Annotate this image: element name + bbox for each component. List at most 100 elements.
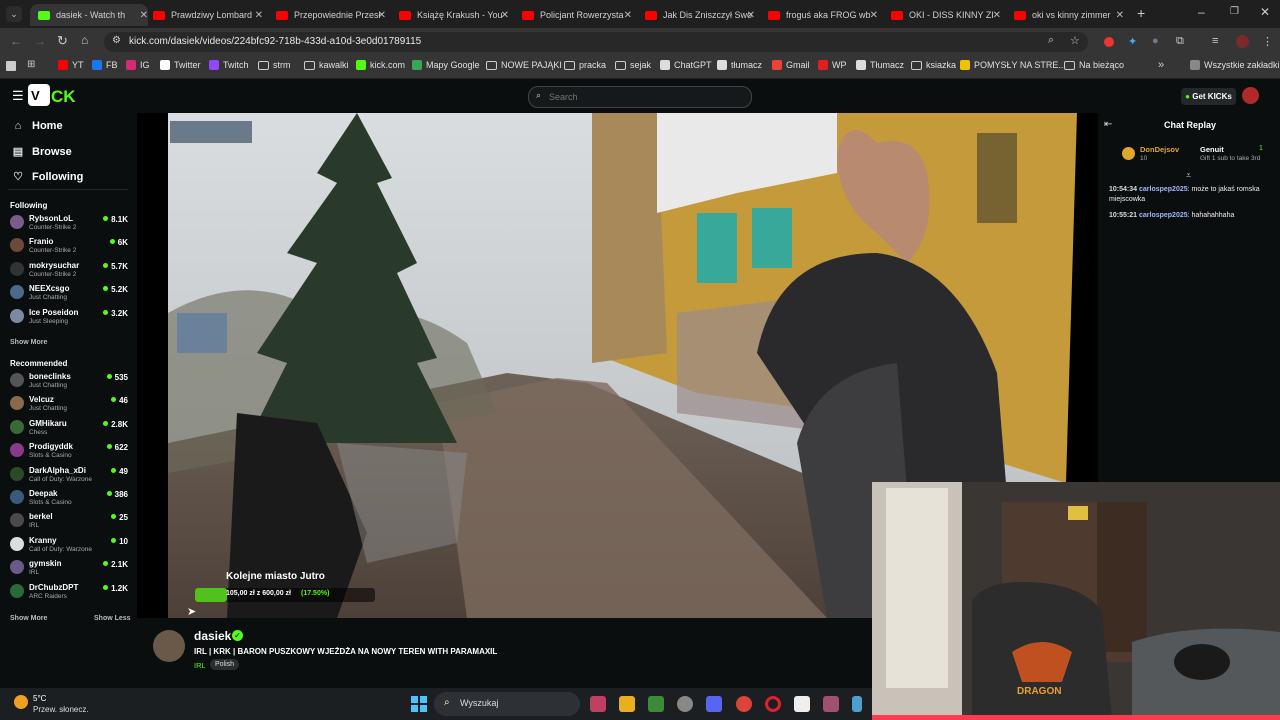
sidebar-channel[interactable]: RybsonLoL Counter-Strike 2 8.1K [8,212,128,234]
tab-0[interactable]: dasiek - Watch th ✕ [30,4,148,26]
bookmark-4[interactable]: Twitch [209,60,249,70]
collapse-chat-icon[interactable]: ⇤ [1104,119,1112,130]
tab-7[interactable]: OKI - DISS KINNY ZI ✕ [891,4,1001,26]
taskbar-app-discord-icon[interactable] [706,696,722,712]
message-user[interactable]: carlospep2025 [1139,186,1188,193]
all-bookmarks[interactable]: Wszystkie zakładki [1190,60,1280,70]
tab-8[interactable]: oki vs kinny zimmer ✕ [1014,4,1124,26]
tab-3[interactable]: Książę Krakush - You ✕ [399,4,509,26]
taskbar-app-chrome-icon[interactable] [736,696,752,712]
hamburger-icon[interactable]: ☰ [12,88,24,104]
show-less-recommended[interactable]: Show Less [94,615,131,622]
bookmark-star-icon[interactable]: ☆ [1070,34,1080,47]
bookmark-14[interactable]: Gmail [772,60,810,70]
nav-following[interactable]: ♡ Following [12,170,83,184]
gift-user[interactable]: Genuit [1200,145,1224,154]
bookmark-9[interactable]: NOWE PAJĄKI [486,60,562,70]
sidebar-channel[interactable]: Ice Poseidon Just Sleeping 3.2K [8,306,128,328]
site-info-icon[interactable]: ⚙ [112,35,121,46]
taskbar-app-media-icon[interactable] [823,696,839,712]
sidebar-channel[interactable]: Kranny Call of Duty: Warzone 10 [8,534,128,556]
bookmark-6[interactable]: kawalki [304,60,349,70]
weather-desc[interactable]: Przew. słonecz. [33,705,89,714]
bookmarks-overflow[interactable]: » [1158,59,1164,71]
reload-icon[interactable]: ↻ [57,33,68,49]
zoom-icon[interactable]: ⌕ [1048,34,1054,47]
tab-4[interactable]: Policjant Rowerzysta ✕ [522,4,632,26]
bookmark-18[interactable]: POMYSŁY NA STRE... [960,60,1066,70]
tag-irl[interactable]: IRL [194,661,206,670]
close-tab-icon[interactable]: ✕ [140,10,148,21]
nav-browse[interactable]: ▤ Browse [12,145,72,159]
minimize-button[interactable]: – [1198,5,1205,19]
restore-button[interactable]: ❐ [1230,6,1239,17]
close-window-button[interactable]: ✕ [1260,5,1270,19]
bookmark-8[interactable]: Mapy Google [412,60,480,70]
bookmark-10[interactable]: pracka [564,60,606,70]
pinned-user[interactable]: DonDejsov [1140,145,1179,154]
sidebar-channel[interactable]: Franio Counter-Strike 2 6K [8,235,128,257]
taskbar-app-clock-icon[interactable] [677,696,693,712]
bookmark-3[interactable]: Twitter [160,60,201,70]
record-extension-icon[interactable] [1104,37,1114,47]
show-more-recommended[interactable]: Show More [10,615,47,622]
user-avatar[interactable] [1242,87,1259,104]
close-tab-icon[interactable]: ✕ [747,10,755,21]
taskbar-app-photos-icon[interactable] [590,696,606,712]
taskbar-app-capcut-icon[interactable] [794,696,810,712]
sidebar-channel[interactable]: berkel IRL 25 [8,510,128,532]
weather-icon[interactable] [14,695,28,709]
profile-icon[interactable] [1236,35,1249,48]
bookmark-12[interactable]: ChatGPT [660,60,712,70]
close-tab-icon[interactable]: ✕ [993,10,1001,21]
close-tab-icon[interactable]: ✕ [870,10,878,21]
sidebar-channel[interactable]: DarkAlpha_xDi Call of Duty: Warzone 49 [8,464,128,486]
sidebar-channel[interactable]: gymskin IRL 2.1K [8,557,128,579]
tab-search-button[interactable]: ⌄ [6,6,22,22]
search-input[interactable] [547,89,741,105]
taskbar-app-explorer-icon[interactable] [619,696,635,712]
menu-icon[interactable]: ⋮ [1262,35,1273,48]
bookmark-11[interactable]: sejak [615,60,651,70]
close-tab-icon[interactable]: ✕ [1116,10,1124,21]
bookmark-2[interactable]: IG [126,60,150,70]
taskbar-search[interactable]: ⌕ Wyszukaj [434,692,580,716]
bookmark-1[interactable]: FB [92,60,118,70]
tab-1[interactable]: Prawdziwy Lombard ✕ [153,4,263,26]
sidebar-channel[interactable]: Prodigyddk Slots & Casino 622 [8,440,128,462]
tag-polish[interactable]: Polish [210,659,240,670]
sidebar-channel[interactable]: Velcuz Just Chatting 46 [8,393,128,415]
extensions-icon[interactable]: ⧉ [1176,35,1184,48]
grid-icon[interactable]: ⊞ [27,59,35,70]
bookmark-0[interactable]: YT [58,60,84,70]
message-user[interactable]: carlospep2025 [1139,212,1188,219]
address-bar[interactable]: ⚙ kick.com/dasiek/videos/224bfc92-718b-4… [104,32,1088,52]
streamer-avatar[interactable] [153,630,185,662]
tab-2[interactable]: Przepowiednie Przesł ✕ [276,4,386,26]
close-tab-icon[interactable]: ✕ [624,10,632,21]
sidebar-channel[interactable]: NEEXcsgo Just Chatting 5.2K [8,282,128,304]
taskbar-app-opera-icon[interactable] [765,696,781,712]
new-tab-button[interactable]: + [1137,5,1145,21]
bookmark-19[interactable]: Na bieżąco [1064,60,1124,70]
show-more-following[interactable]: Show More [10,339,47,346]
home-icon[interactable]: ⌂ [81,33,88,47]
search-bar[interactable]: ⌕ [528,86,752,108]
close-tab-icon[interactable]: ✕ [501,10,509,21]
close-tab-icon[interactable]: ✕ [378,10,386,21]
sidebar-channel[interactable]: GMHikaru Chess 2.8K [8,417,128,439]
sidebar-channel[interactable]: DrChubzDPT ARC Raiders 1.2K [8,581,128,603]
tab-6[interactable]: froguś aka FROG wb ✕ [768,4,878,26]
kick-logo[interactable]: V CK [28,84,86,106]
bookmark-7[interactable]: kick.com [356,60,405,70]
close-tab-icon[interactable]: ✕ [255,10,263,21]
taskbar-app-security-icon[interactable] [648,696,664,712]
bookmark-5[interactable]: strm [258,60,291,70]
get-kicks-button[interactable]: ● Get KICKs [1181,88,1236,105]
back-icon[interactable]: ← [10,34,22,48]
nav-home[interactable]: ⌂ Home [12,120,63,132]
bookmark-17[interactable]: ksiazka [911,60,956,70]
start-button-icon[interactable] [411,696,427,712]
puzzle-extension-icon[interactable]: ✦ [1128,35,1137,48]
bookmark-15[interactable]: WP [818,60,847,70]
